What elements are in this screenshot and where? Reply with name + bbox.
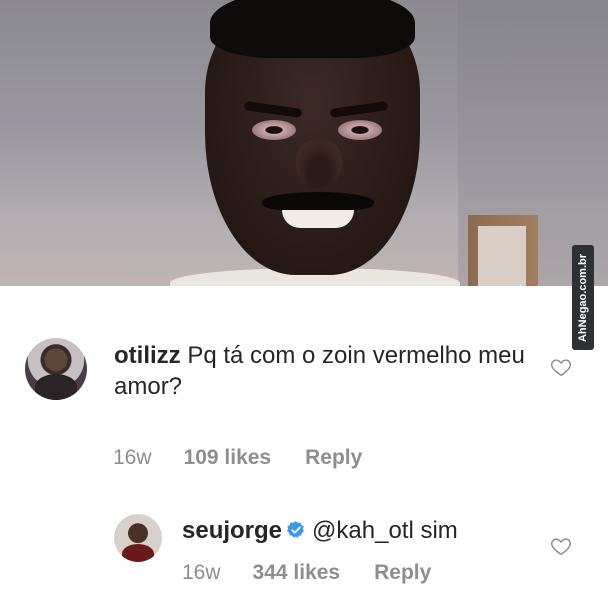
comment-text: sim	[420, 517, 458, 544]
photo-right-eye	[338, 120, 382, 140]
reply-button[interactable]: Reply	[374, 561, 431, 585]
photo-nose	[296, 140, 342, 188]
comment-time: 16w	[113, 446, 152, 469]
reply-button[interactable]: Reply	[305, 446, 362, 470]
photo-door-panel	[478, 226, 526, 286]
comment-meta: 16w 344 likes Reply	[182, 561, 431, 585]
photo-hair	[210, 0, 415, 58]
comment-username[interactable]: seujorge	[182, 517, 282, 544]
photo-left-eye	[252, 120, 296, 140]
comment-mention[interactable]: @kah_otl	[312, 517, 414, 544]
watermark-text: AhNegao.com.br	[577, 253, 589, 342]
watermark: AhNegao.com.br	[572, 245, 594, 350]
comment-likes[interactable]: 109 likes	[184, 446, 272, 470]
comment-body: otilizz Pq tá com o zoin vermelho meu am…	[114, 340, 534, 402]
avatar[interactable]	[25, 338, 87, 400]
comment-meta: 16w 109 likes Reply	[113, 446, 362, 470]
photo-mustache	[262, 192, 374, 212]
verified-badge-icon	[287, 521, 304, 538]
heart-icon[interactable]	[550, 535, 572, 557]
avatar[interactable]	[114, 514, 162, 562]
photo-smile	[282, 210, 354, 228]
post-photo	[0, 0, 608, 286]
heart-icon[interactable]	[550, 356, 572, 378]
comment-time: 16w	[182, 561, 221, 584]
comment-likes[interactable]: 344 likes	[253, 561, 341, 585]
comment-username[interactable]: otilizz	[114, 342, 181, 369]
comment-body: seujorge @kah_otl sim	[182, 515, 522, 546]
